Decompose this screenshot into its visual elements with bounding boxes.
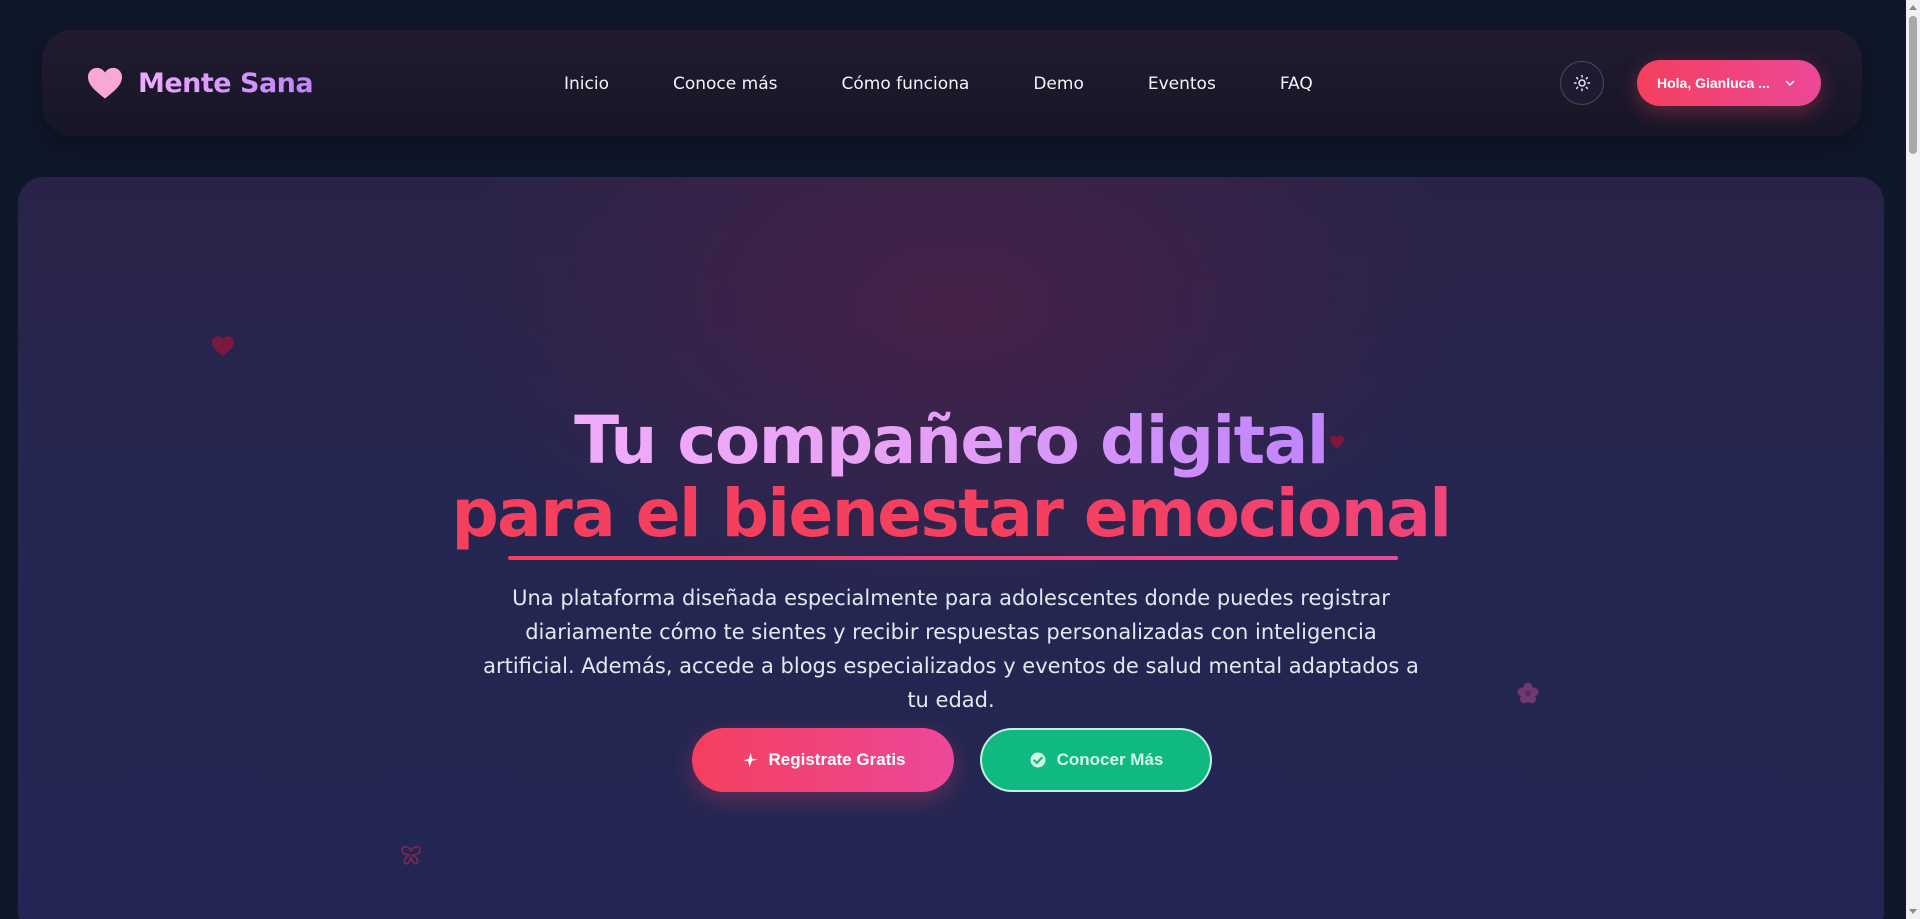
nav-como-funciona[interactable]: Cómo funciona (841, 70, 969, 98)
register-free-button[interactable]: Registrate Gratis (692, 728, 954, 792)
nav-eventos[interactable]: Eventos (1148, 70, 1216, 98)
flower-decoration-icon (1517, 682, 1539, 704)
page-scrollbar[interactable] (1906, 0, 1920, 919)
hero-subtitle: Una plataforma diseñada especialmente pa… (483, 586, 1419, 712)
navbar: Mente Sana Inicio Conoce más Cómo funcio… (42, 30, 1862, 136)
nav-inicio[interactable]: Inicio (564, 70, 609, 98)
heart-icon (88, 67, 122, 99)
main-nav: Inicio Conoce más Cómo funciona Demo Eve… (564, 70, 1313, 98)
brand-logo-link[interactable]: Mente Sana (86, 62, 314, 104)
learn-more-button[interactable]: Conocer Más (980, 728, 1212, 792)
hero-title-line-2: para el bienestar emocional (18, 475, 1884, 553)
hero-section: Tu compañero digital para el bienestar e… (18, 177, 1884, 919)
user-menu-label: Hola, Gianluca ... (1657, 75, 1770, 91)
register-free-label: Registrate Gratis (768, 750, 906, 769)
learn-more-label: Conocer Más (1056, 750, 1164, 769)
chevron-down-icon (1785, 80, 1795, 86)
hero-title-line-1: Tu compañero digital (18, 402, 1884, 480)
sun-icon (1573, 74, 1591, 92)
nav-demo[interactable]: Demo (1033, 70, 1084, 98)
brand-name: Mente Sana (138, 67, 314, 99)
hero-title-text-1: Tu compañero digital (574, 402, 1329, 479)
sparkle-icon (742, 752, 757, 768)
heart-decoration-icon (212, 336, 234, 356)
hero-title-text-2: para el bienestar emocional (451, 475, 1452, 552)
butterfly-decoration-icon (401, 845, 421, 865)
check-circle-icon (1030, 752, 1046, 768)
nav-faq[interactable]: FAQ (1280, 70, 1313, 98)
page: Mente Sana Inicio Conoce más Cómo funcio… (0, 0, 1920, 919)
scrollbar-thumb[interactable] (1909, 16, 1917, 154)
user-menu-button[interactable]: Hola, Gianluca ... (1637, 60, 1821, 106)
nav-conoce-mas[interactable]: Conoce más (673, 70, 778, 98)
theme-toggle-button[interactable] (1560, 61, 1604, 105)
hero-title-underline (508, 556, 1398, 560)
scroll-up-arrow-icon[interactable] (1909, 5, 1917, 10)
scroll-down-arrow-icon[interactable] (1909, 909, 1917, 914)
